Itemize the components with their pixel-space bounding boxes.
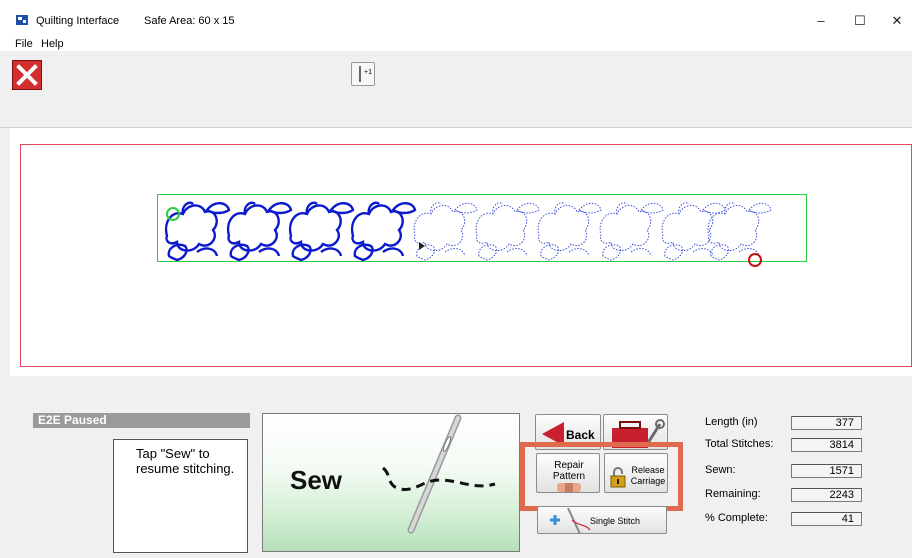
needle-plus-icon — [550, 508, 591, 534]
total-stitches-value: 3814 — [791, 438, 862, 452]
menu-file[interactable]: File — [15, 38, 33, 50]
menu-bar: File Help — [0, 32, 912, 51]
sewn-stitches — [164, 201, 417, 262]
window-title: Quilting Interface — [36, 15, 120, 27]
remaining-stitches — [413, 202, 772, 261]
maximize-button[interactable]: ☐ — [845, 10, 875, 32]
back-label: Back — [566, 428, 595, 442]
total-stitches-label: Total Stitches: — [705, 438, 774, 450]
sewn-label: Sewn: — [705, 464, 736, 476]
needle-thread-icon — [381, 414, 496, 534]
status-message: Tap "Sew" to resume stitching. — [113, 439, 248, 553]
control-panel: E2E Paused Tap "Sew" to resume stitching… — [0, 376, 912, 558]
safe-area-label: Safe Area: 60 x 15 — [144, 15, 235, 27]
single-stitch-label: Single Stitch — [590, 516, 641, 526]
title-bar: Quilting Interface Safe Area: 60 x 15 – … — [0, 0, 912, 32]
remaining-value: 2243 — [791, 488, 862, 502]
toolbar: +1 — [0, 51, 912, 96]
needle-advance-label: +1 — [364, 69, 372, 76]
length-value: 377 — [791, 416, 862, 430]
complete-label: % Complete: — [705, 512, 768, 524]
sew-button[interactable]: Sew — [262, 413, 520, 552]
quilt-pattern — [164, 201, 772, 267]
complete-value: 41 — [791, 512, 862, 526]
minimize-button[interactable]: – — [806, 10, 836, 32]
close-window-button[interactable]: ✕ — [882, 10, 912, 32]
quilt-app-icon — [16, 15, 28, 25]
highlight-box — [520, 442, 683, 511]
sewn-value: 1571 — [791, 464, 862, 478]
close-x-icon — [16, 64, 38, 86]
toolbar-strip — [0, 96, 912, 128]
pattern-canvas[interactable] — [10, 128, 912, 376]
length-label: Length (in) — [705, 416, 758, 428]
status-mode: E2E Paused — [33, 413, 250, 428]
remaining-label: Remaining: — [705, 488, 761, 500]
menu-help[interactable]: Help — [41, 38, 64, 50]
needle-position-marker — [419, 242, 425, 250]
exit-button[interactable] — [12, 60, 42, 90]
needle-advance-button[interactable]: +1 — [351, 62, 375, 86]
single-stitch-button[interactable]: Single Stitch — [537, 506, 667, 534]
